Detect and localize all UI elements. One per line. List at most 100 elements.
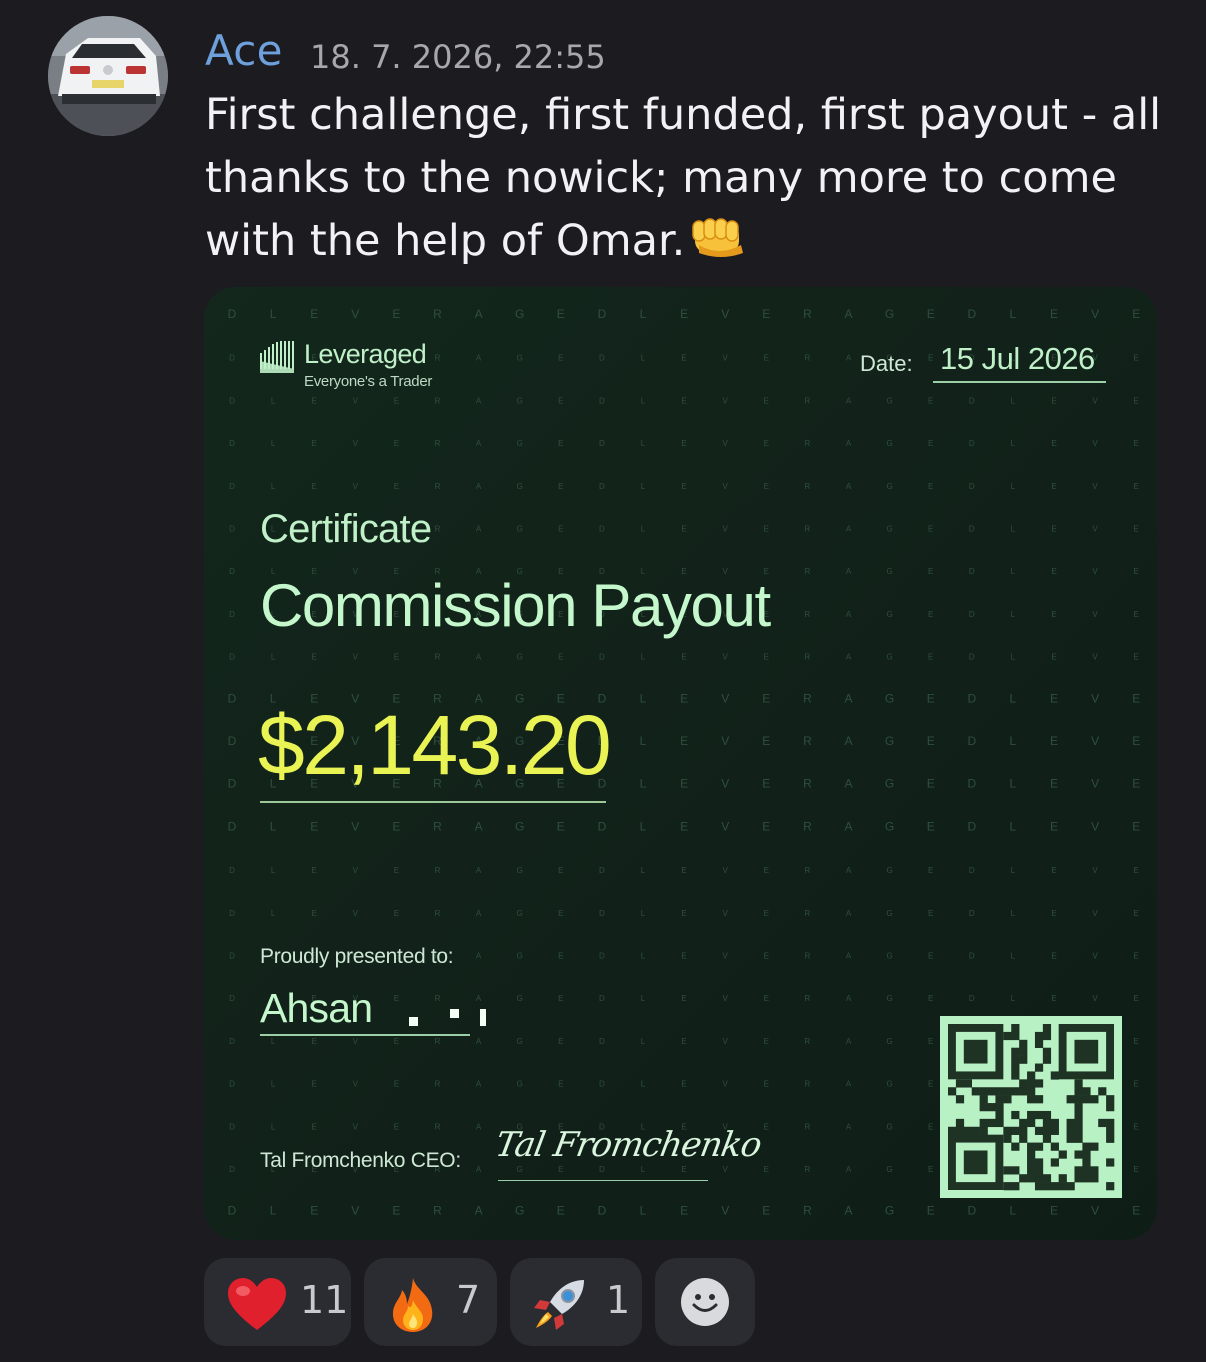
svg-text:A: A — [476, 525, 482, 534]
svg-text:E: E — [1134, 1037, 1139, 1046]
svg-text:E: E — [928, 396, 933, 405]
svg-text:V: V — [721, 819, 729, 833]
oncoming-fist-emoji — [691, 215, 749, 279]
svg-text:A: A — [844, 819, 852, 833]
svg-text:V: V — [1091, 307, 1099, 321]
svg-text:D: D — [228, 1204, 237, 1218]
svg-text:A: A — [844, 691, 852, 705]
svg-text:G: G — [886, 1037, 892, 1046]
svg-text:R: R — [435, 354, 441, 363]
svg-text:E: E — [1051, 567, 1056, 576]
svg-text:L: L — [1010, 307, 1017, 321]
svg-text:V: V — [353, 439, 359, 448]
svg-text:E: E — [1134, 439, 1139, 448]
svg-text:L: L — [641, 994, 646, 1003]
add-reaction-button[interactable] — [655, 1258, 755, 1346]
svg-text:E: E — [764, 909, 769, 918]
svg-text:A: A — [476, 994, 482, 1003]
svg-text:E: E — [394, 1080, 399, 1089]
avatar[interactable] — [48, 16, 168, 136]
svg-text:E: E — [1134, 1122, 1139, 1131]
svg-text:L: L — [640, 734, 647, 748]
svg-text:D: D — [229, 354, 235, 363]
ceo-signature: Tal Fromchenko — [492, 1125, 765, 1165]
svg-text:E: E — [1050, 734, 1058, 748]
svg-text:E: E — [928, 439, 933, 448]
svg-text:G: G — [515, 307, 524, 321]
svg-text:D: D — [599, 1080, 605, 1089]
recipient-underline — [260, 1034, 470, 1036]
certificate-subtitle: Commission Payout — [260, 572, 771, 639]
svg-text:D: D — [967, 1204, 976, 1218]
svg-text:L: L — [641, 396, 646, 405]
svg-text:V: V — [723, 1037, 729, 1046]
svg-text:E: E — [558, 866, 563, 875]
svg-text:E: E — [558, 952, 563, 961]
svg-text:D: D — [969, 525, 975, 534]
svg-text:V: V — [353, 909, 359, 918]
svg-text:L: L — [1011, 567, 1016, 576]
svg-text:R: R — [435, 1122, 441, 1131]
svg-text:D: D — [599, 482, 605, 491]
svg-text:G: G — [885, 734, 894, 748]
certificate-image[interactable]: D L E V E R A G E D L E V E R A G E D L E V E D L E V E R A G E D L E V E R A G… — [204, 287, 1157, 1240]
svg-text:A: A — [475, 1204, 483, 1218]
svg-text:V: V — [1091, 819, 1099, 833]
svg-text:R: R — [805, 567, 811, 576]
svg-text:E: E — [558, 354, 563, 363]
svg-text:R: R — [805, 952, 811, 961]
svg-text:E: E — [1134, 653, 1139, 662]
svg-text:V: V — [1092, 653, 1098, 662]
svg-text:E: E — [764, 1080, 769, 1089]
svg-text:D: D — [229, 866, 235, 875]
svg-text:E: E — [764, 1122, 769, 1131]
reaction-rocket[interactable]: 1 — [510, 1258, 642, 1346]
svg-text:V: V — [353, 482, 359, 491]
message-author[interactable]: Ace — [205, 26, 283, 75]
svg-text:D: D — [969, 610, 975, 619]
svg-text:R: R — [805, 1037, 811, 1046]
svg-text:G: G — [886, 1165, 892, 1174]
svg-text:D: D — [599, 354, 605, 363]
svg-text:V: V — [721, 777, 729, 791]
svg-text:E: E — [928, 354, 933, 363]
svg-text:A: A — [476, 482, 482, 491]
svg-text:A: A — [846, 567, 852, 576]
svg-text:A: A — [846, 994, 852, 1003]
svg-text:R: R — [435, 439, 441, 448]
svg-text:V: V — [351, 307, 359, 321]
svg-text:E: E — [1051, 952, 1056, 961]
svg-text:L: L — [1011, 653, 1016, 662]
svg-text:E: E — [680, 691, 688, 705]
svg-text:A: A — [476, 952, 482, 961]
brand-name: Leveraged — [304, 339, 427, 369]
svg-text:G: G — [886, 994, 892, 1003]
svg-text:E: E — [928, 1080, 933, 1089]
svg-text:E: E — [1132, 691, 1140, 705]
svg-text:D: D — [229, 1165, 235, 1174]
svg-text:R: R — [435, 396, 441, 405]
svg-text:L: L — [641, 482, 646, 491]
svg-text:G: G — [517, 354, 523, 363]
svg-text:R: R — [435, 653, 441, 662]
svg-text:E: E — [310, 819, 318, 833]
svg-text:V: V — [723, 482, 729, 491]
svg-text:L: L — [271, 909, 276, 918]
svg-text:E: E — [928, 994, 933, 1003]
svg-text:V: V — [1092, 909, 1098, 918]
svg-text:D: D — [967, 691, 976, 705]
svg-text:V: V — [723, 994, 729, 1003]
reaction-count: 7 — [456, 1278, 481, 1322]
svg-text:G: G — [886, 1080, 892, 1089]
svg-text:D: D — [599, 653, 605, 662]
message-body: First challenge, first funded, first pay… — [205, 90, 1162, 266]
svg-text:D: D — [598, 307, 607, 321]
svg-text:D: D — [969, 396, 975, 405]
svg-text:E: E — [681, 994, 686, 1003]
reaction-fire[interactable]: 7 — [364, 1258, 497, 1346]
svg-text:R: R — [805, 1080, 811, 1089]
svg-text:R: R — [435, 866, 441, 875]
svg-text:A: A — [846, 1037, 852, 1046]
reaction-heart[interactable]: 11 — [204, 1258, 351, 1346]
svg-text:R: R — [805, 610, 811, 619]
